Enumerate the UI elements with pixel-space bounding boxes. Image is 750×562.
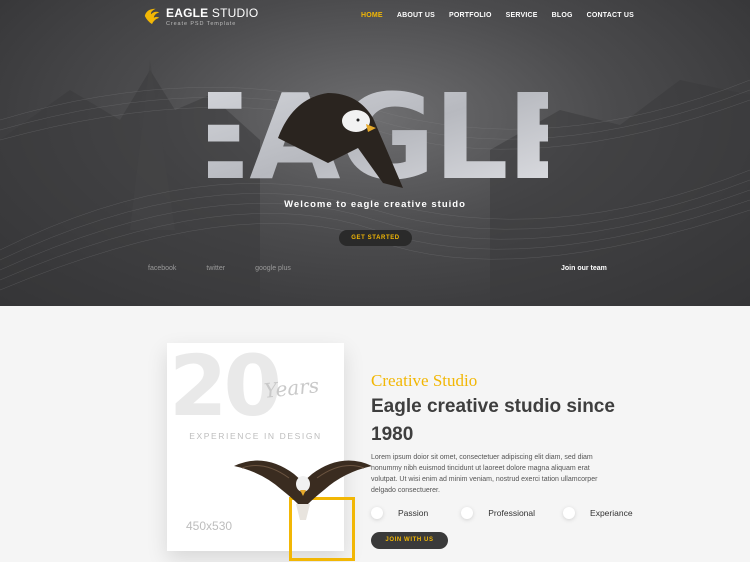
feature-bullet-icon <box>461 507 474 519</box>
feature-list: Passion Professional Experiance <box>371 507 633 519</box>
social-links: facebook twitter google plus <box>148 265 321 272</box>
feature-bullet-icon <box>371 507 383 519</box>
feature-bullet-icon <box>563 507 576 519</box>
social-twitter-link[interactable]: twitter <box>206 265 225 272</box>
feature-experiance: Experiance <box>563 507 633 519</box>
nav-home[interactable]: HOME <box>361 12 383 19</box>
feature-label: Professional <box>488 508 536 518</box>
nav-service[interactable]: SERVICE <box>506 12 538 19</box>
eagle-logo-icon <box>144 8 160 25</box>
hero-eagle-word: EAGLE <box>208 78 548 188</box>
join-team-link[interactable]: Join our team <box>561 265 607 272</box>
experience-caption: EXPERIENCE IN DESIGN <box>189 431 322 441</box>
brand-title: EAGLE STUDIO <box>166 6 259 20</box>
nav-blog[interactable]: BLOG <box>552 12 573 19</box>
brand-subtitle: Create PSD Template <box>166 21 237 27</box>
section-paragraph: Lorem ipsum doior sit omet, consectetuer… <box>371 454 598 494</box>
feature-label: Passion <box>398 508 429 518</box>
feature-label: Experiance <box>590 508 633 518</box>
get-started-button[interactable]: GET STARTED <box>339 230 412 246</box>
hero-welcome-text: Welcome to eagle creative stuido <box>284 199 466 210</box>
nav-portfolio[interactable]: PORTFOLIO <box>449 12 492 19</box>
social-google-plus-link[interactable]: google plus <box>255 265 291 272</box>
experience-years-script: Years <box>262 373 321 403</box>
flying-eagle-image <box>234 460 372 520</box>
nav-about-us[interactable]: ABOUT US <box>397 12 435 19</box>
feature-professional: Professional <box>461 507 535 519</box>
nav-contact-us[interactable]: CONTACT US <box>587 12 634 19</box>
feature-passion: Passion <box>371 507 428 519</box>
hero-section: EAGLE STUDIO Create PSD Template HOME AB… <box>0 0 750 306</box>
header-bar: EAGLE STUDIO Create PSD Template HOME AB… <box>0 0 750 34</box>
section-script-title: Creative Studio <box>371 371 478 390</box>
section-heading: Eagle creative studio since 1980 <box>371 396 615 445</box>
join-with-us-button[interactable]: JOIN WITH US <box>371 532 448 549</box>
image-size-placeholder: 450x530 <box>186 519 233 533</box>
experience-number: 20 <box>169 337 282 435</box>
social-facebook-link[interactable]: facebook <box>148 265 176 272</box>
brand-logo[interactable]: EAGLE STUDIO Create PSD Template <box>143 7 258 27</box>
main-nav: HOME ABOUT US PORTFOLIO SERVICE BLOG CON… <box>361 12 648 19</box>
